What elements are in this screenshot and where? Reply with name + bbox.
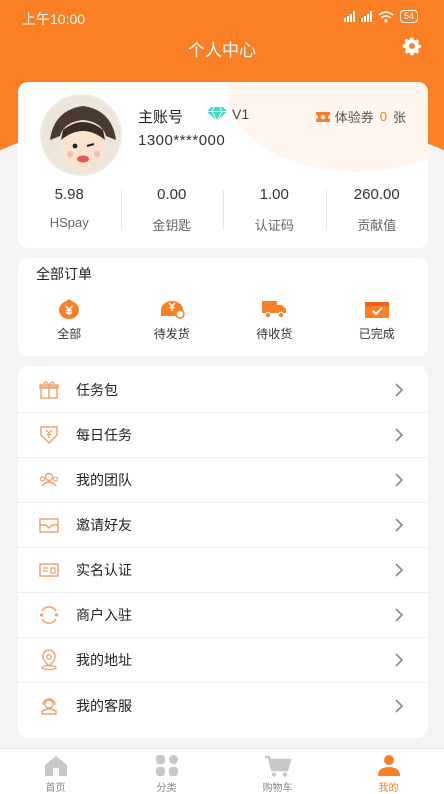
menu-item-customer-service[interactable]: 我的客服 xyxy=(18,683,428,728)
avatar[interactable] xyxy=(40,94,122,176)
menu-item-real-name-auth[interactable]: 实名认证 xyxy=(18,548,428,593)
gift-icon xyxy=(39,381,59,399)
page-title: 个人中心 xyxy=(188,41,256,60)
menu-label: 我的客服 xyxy=(76,697,132,714)
chevron-right-icon xyxy=(395,563,404,577)
account-name: 主账号 xyxy=(138,109,184,126)
user-icon xyxy=(377,755,400,776)
order-completed[interactable]: 已完成 xyxy=(326,298,429,342)
status-bar: 上午10:00 54 xyxy=(0,0,444,32)
menu-label: 邀请好友 xyxy=(76,517,132,533)
order-all[interactable]: 全部 xyxy=(18,298,121,342)
menu-label: 商户入驻 xyxy=(76,607,132,623)
signal-icon xyxy=(360,11,372,22)
menu-label: 我的团队 xyxy=(76,472,132,488)
stat-value: 5.98 xyxy=(54,186,84,203)
tab-category[interactable]: 分类 xyxy=(111,749,222,794)
bottom-tab-bar: 首页 分类 购物车 我的 xyxy=(0,748,444,794)
customer-service-icon xyxy=(41,697,57,715)
stat-auth-code[interactable]: 1.00 认证码 xyxy=(223,186,326,234)
chevron-right-icon xyxy=(395,473,404,487)
status-icons: 54 xyxy=(343,10,418,23)
location-icon xyxy=(41,649,57,671)
diamond-icon xyxy=(207,106,227,122)
order-pending-receipt[interactable]: 待收货 xyxy=(223,298,326,342)
merchant-icon xyxy=(39,606,59,624)
order-label: 已完成 xyxy=(358,327,395,341)
ticket-count: 0 xyxy=(379,109,387,124)
order-pending-shipment[interactable]: 待发货 xyxy=(121,298,224,342)
chevron-right-icon xyxy=(395,428,404,442)
stat-label: 金钥匙 xyxy=(152,218,192,233)
stat-label: 认证码 xyxy=(254,218,294,233)
menu-item-merchant-entry[interactable]: 商户入驻 xyxy=(18,593,428,638)
profile-card: 主账号 V1 体验券 0 张 1300****000 5.98 HSpay 0.… xyxy=(18,82,428,248)
yen-bag-icon xyxy=(59,299,80,319)
stat-hspay[interactable]: 5.98 HSpay xyxy=(18,186,121,234)
envelope-icon xyxy=(39,518,59,533)
wifi-icon xyxy=(378,10,394,23)
truck-icon xyxy=(262,301,287,319)
menu-label: 任务包 xyxy=(76,382,118,398)
chevron-right-icon xyxy=(395,383,404,397)
order-label: 待发货 xyxy=(153,327,190,341)
chevron-right-icon xyxy=(395,608,404,622)
experience-ticket[interactable]: 体验券 0 张 xyxy=(315,107,406,126)
stat-label: HSpay xyxy=(49,215,89,230)
member-level: V1 xyxy=(232,106,250,122)
menu-item-task-package[interactable]: 任务包 xyxy=(18,368,428,413)
tab-mine[interactable]: 我的 xyxy=(333,749,444,794)
yen-package-icon xyxy=(160,301,185,319)
completed-box-icon xyxy=(364,302,389,318)
shield-yen-icon xyxy=(40,426,58,444)
chevron-right-icon xyxy=(395,698,404,713)
tab-label: 分类 xyxy=(156,783,177,794)
cart-icon xyxy=(264,755,292,777)
orders-card: 全部订单 全部 待发货 待收货 已完成 xyxy=(18,258,428,356)
tab-label: 首页 xyxy=(45,783,66,794)
order-label: 全部 xyxy=(57,327,82,341)
menu-item-daily-tasks[interactable]: 每日任务 xyxy=(18,413,428,458)
signal-icon xyxy=(343,11,355,22)
home-icon xyxy=(44,756,67,776)
orders-title[interactable]: 全部订单 xyxy=(36,264,92,284)
stats-row: 5.98 HSpay 0.00 金钥匙 1.00 认证码 260.00 贡献值 xyxy=(18,186,428,234)
menu-label: 我的地址 xyxy=(76,652,132,668)
tab-cart[interactable]: 购物车 xyxy=(222,749,333,794)
stat-label: 贡献值 xyxy=(357,218,397,233)
chevron-right-icon xyxy=(395,653,404,667)
battery-indicator: 54 xyxy=(399,10,418,23)
menu-item-my-address[interactable]: 我的地址 xyxy=(18,638,428,683)
ticket-unit: 张 xyxy=(392,110,406,125)
order-label: 待收货 xyxy=(256,327,293,341)
team-icon xyxy=(39,472,59,487)
stat-value: 0.00 xyxy=(157,186,187,203)
stat-value: 1.00 xyxy=(259,186,289,203)
gear-icon[interactable] xyxy=(402,36,422,56)
stat-value: 260.00 xyxy=(353,186,400,203)
tab-home[interactable]: 首页 xyxy=(0,749,111,794)
stat-contribution[interactable]: 260.00 贡献值 xyxy=(325,186,429,234)
chevron-right-icon xyxy=(395,518,404,532)
menu-card: 任务包 每日任务 我的团队 邀请好友 实名认证 商户入驻 我的地址 我的客服 xyxy=(18,366,428,738)
phone-number: 1300****000 xyxy=(138,132,226,149)
status-time: 上午10:00 xyxy=(22,11,86,27)
stat-golden-key[interactable]: 0.00 金钥匙 xyxy=(120,186,224,234)
tab-label: 购物车 xyxy=(262,783,293,794)
menu-label: 每日任务 xyxy=(76,427,132,443)
menu-item-my-team[interactable]: 我的团队 xyxy=(18,458,428,503)
id-card-icon xyxy=(39,563,59,577)
ticket-icon xyxy=(315,111,330,122)
menu-item-invite-friends[interactable]: 邀请好友 xyxy=(18,503,428,548)
tab-label: 我的 xyxy=(378,783,399,794)
orders-row: 全部 待发货 待收货 已完成 xyxy=(18,298,428,342)
menu-label: 实名认证 xyxy=(76,562,132,578)
ticket-label: 体验券 xyxy=(334,110,374,125)
category-icon xyxy=(155,755,178,776)
